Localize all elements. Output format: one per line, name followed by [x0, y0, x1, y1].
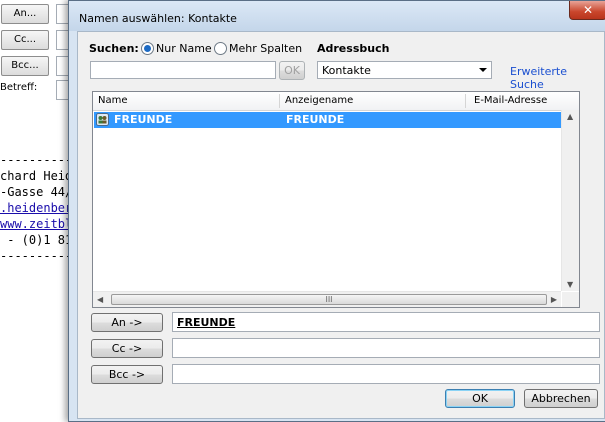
- cancel-button[interactable]: Abbrechen: [524, 389, 598, 408]
- column-header-name[interactable]: Name: [98, 95, 128, 106]
- ok-button[interactable]: OK: [445, 389, 515, 408]
- search-input[interactable]: [90, 61, 276, 79]
- contacts-list[interactable]: Name Anzeigename E-Mail-Adresse FREUNDE …: [92, 91, 580, 308]
- cc-button[interactable]: Cc ->: [91, 339, 163, 358]
- scroll-corner: [562, 292, 579, 307]
- bcc-field[interactable]: [172, 364, 600, 384]
- bcc-button[interactable]: Bcc ->: [91, 365, 163, 384]
- to-field-value[interactable]: FREUNDE: [177, 316, 235, 329]
- bcc-button-bg[interactable]: Bcc...: [1, 56, 49, 76]
- scroll-down-arrow-icon[interactable]: ▼: [567, 280, 573, 289]
- scroll-up-arrow-icon[interactable]: ▲: [567, 112, 573, 121]
- radio-name-only[interactable]: [141, 42, 154, 55]
- cc-field[interactable]: [172, 338, 600, 358]
- address-book-select[interactable]: Kontakte: [317, 61, 492, 79]
- dialog-client: Suchen: Nur Name Mehr Spalten Adressbuch…: [77, 31, 605, 419]
- radio-more-columns-label[interactable]: Mehr Spalten: [229, 42, 302, 55]
- radio-name-only-label[interactable]: Nur Name: [156, 42, 212, 55]
- column-separator[interactable]: [279, 94, 280, 108]
- address-book-value: Kontakte: [322, 64, 371, 77]
- list-row-selected[interactable]: FREUNDE FREUNDE: [94, 112, 567, 128]
- advanced-search-link[interactable]: Erweiterte Suche: [510, 65, 604, 91]
- dialog-title: Namen auswählen: Kontakte: [79, 12, 237, 25]
- to-button[interactable]: An ->: [91, 313, 163, 332]
- to-button-bg[interactable]: An...: [1, 4, 49, 24]
- horizontal-scroll-thumb[interactable]: III: [111, 294, 547, 305]
- select-names-dialog: Namen auswählen: Kontakte ✕ Suchen: Nur …: [68, 0, 605, 422]
- row-name: FREUNDE: [114, 113, 173, 126]
- scroll-left-arrow-icon[interactable]: ◀: [97, 295, 103, 304]
- list-header: Name Anzeigename E-Mail-Adresse: [93, 92, 579, 111]
- vertical-scrollbar[interactable]: ▲ ▼: [561, 110, 579, 291]
- scroll-right-arrow-icon[interactable]: ▶: [551, 295, 557, 304]
- row-display-name: FREUNDE: [286, 113, 345, 126]
- horizontal-scrollbar[interactable]: ◀ III ▶: [93, 291, 561, 307]
- cc-button-bg[interactable]: Cc...: [1, 30, 49, 50]
- search-label: Suchen:: [89, 42, 139, 55]
- distribution-list-icon: [96, 113, 109, 126]
- subject-label: Betreff:: [0, 82, 38, 93]
- address-book-label: Adressbuch: [317, 42, 390, 55]
- dialog-titlebar[interactable]: Namen auswählen: Kontakte ✕: [69, 1, 605, 31]
- column-separator[interactable]: [465, 94, 466, 108]
- to-field[interactable]: FREUNDE: [172, 312, 600, 332]
- chevron-down-icon[interactable]: [479, 68, 487, 72]
- column-header-email[interactable]: E-Mail-Adresse: [474, 95, 547, 106]
- close-icon[interactable]: ✕: [569, 1, 605, 20]
- radio-more-columns[interactable]: [214, 42, 227, 55]
- column-header-display-name[interactable]: Anzeigename: [285, 95, 353, 106]
- search-ok-button[interactable]: OK: [279, 61, 305, 80]
